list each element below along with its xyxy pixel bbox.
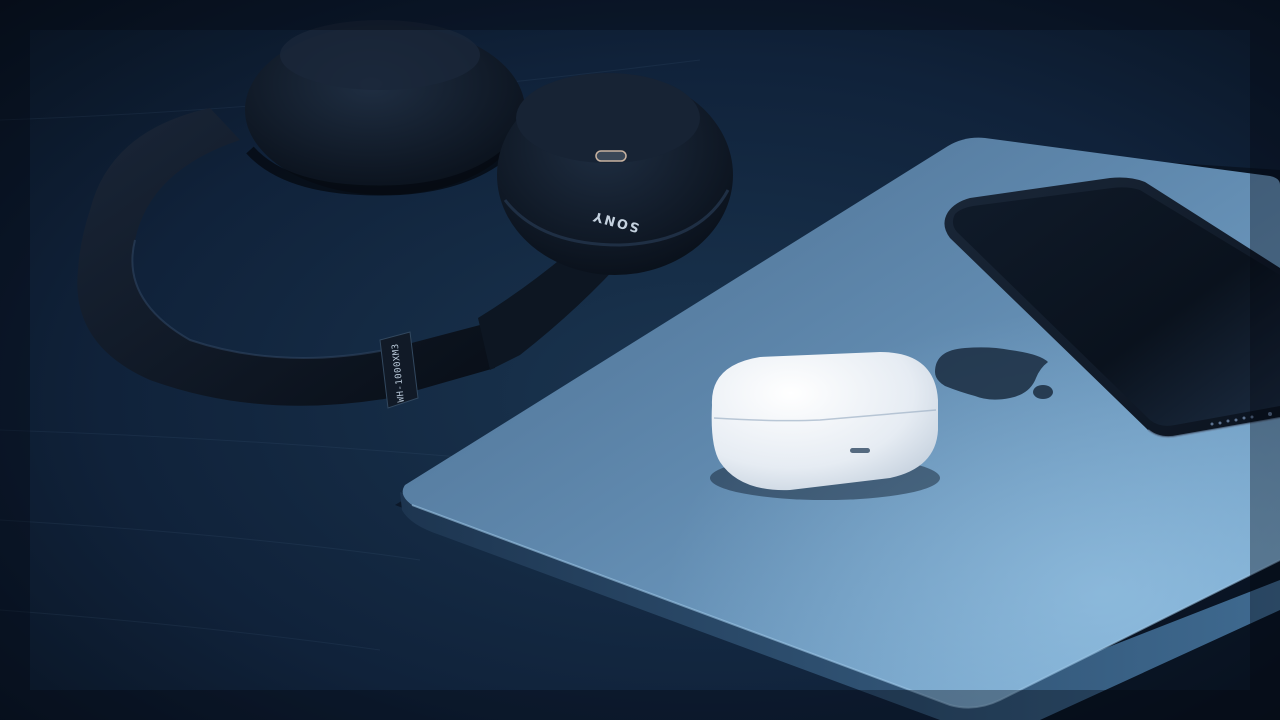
front-earcup-top <box>516 73 700 163</box>
photo-canvas: WH-1000XM3 SONY <box>0 0 1280 720</box>
usb-c-port-icon <box>595 150 627 162</box>
case-port <box>850 448 870 453</box>
case-body <box>711 352 938 491</box>
earbuds-case <box>710 352 940 500</box>
back-earcup-top <box>280 20 480 90</box>
photo-scene: WH-1000XM3 SONY <box>0 0 1280 720</box>
